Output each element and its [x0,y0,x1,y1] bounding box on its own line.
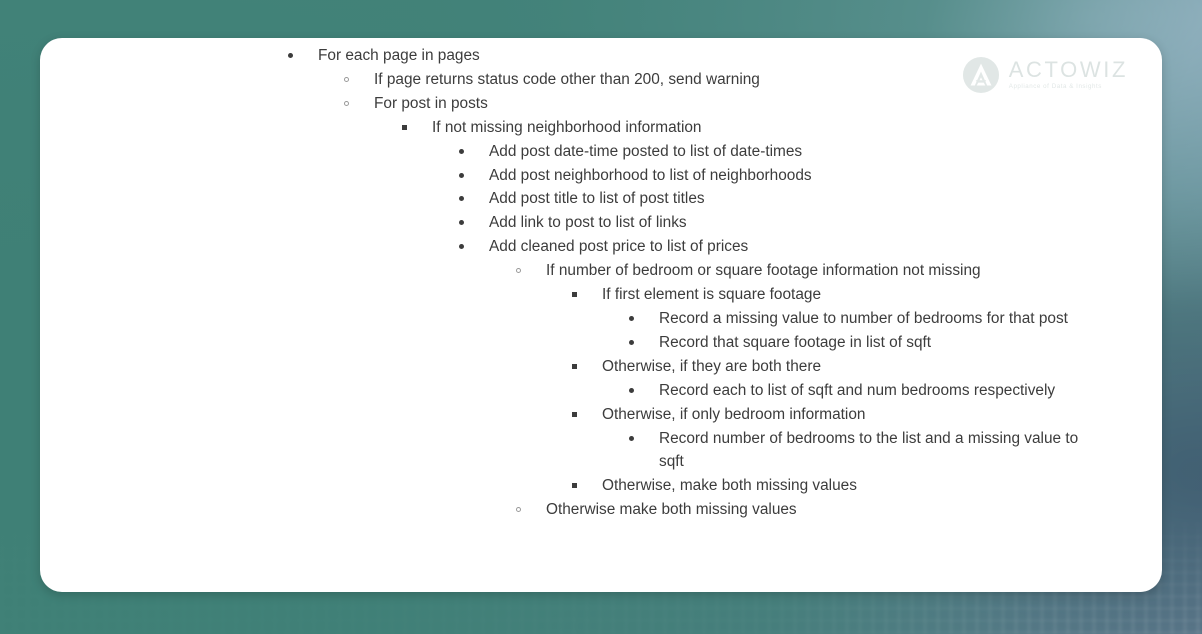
outline-item: Record that square footage in list of sq… [40,331,1162,355]
outline-bullet [572,355,602,369]
outline-bullet [459,211,489,226]
disc-bullet-icon [629,435,634,441]
outline-item-text: Add post date-time posted to list of dat… [489,142,803,160]
outline-item: Add post title to list of post titles [40,187,1162,211]
outline-item: Record each to list of sqft and num bedr… [40,379,1162,403]
disc-bullet-icon [459,148,464,154]
outline-item-text: For post in posts [374,94,488,112]
outline-bullet [288,44,318,58]
circle-bullet-icon [344,100,349,106]
outline-item: Otherwise, if only bedroom information [40,403,1162,427]
outline-bullet [459,140,489,154]
outline-item: Otherwise, make both missing values [40,474,1162,498]
disc-bullet-icon [629,387,634,393]
disc-bullet-icon [629,339,634,345]
outline-item: For post in posts [40,92,1162,116]
square-bullet-icon [572,363,577,369]
square-bullet-icon [572,411,577,417]
outline-item-text: Add post title to list of post titles [489,190,705,208]
outline-item: For each page in pages [40,44,1162,68]
outline-item-text: Otherwise, if only bedroom information [602,405,866,423]
circle-bullet-icon [516,268,521,274]
outline-item: Add cleaned post price to list of prices [40,235,1162,259]
outline-bullet [459,235,489,250]
disc-bullet-icon [459,172,464,178]
disc-bullet-icon [288,53,293,58]
outline-item: Otherwise, if they are both there [40,355,1162,379]
square-bullet-icon [402,124,407,130]
outline-bullet [344,92,374,106]
outline-item-text: Add post neighborhood to list of neighbo… [489,166,812,184]
square-bullet-icon [572,292,577,298]
outline-item: Otherwise make both missing values [40,498,1162,522]
outline-bullet [344,68,374,82]
outline-item: If first element is square footage [40,283,1162,307]
outline-item: If page returns status code other than 2… [40,68,1162,92]
outline-item: Record number of bedrooms to the list an… [40,427,1162,475]
square-bullet-icon [572,483,577,489]
outline-item-text: If first element is square footage [602,286,822,304]
disc-bullet-icon [629,315,634,321]
circle-bullet-icon [344,76,349,82]
outline-bullet [459,187,489,202]
outline-item: If number of bedroom or square footage i… [40,259,1162,283]
outline-bullet [572,474,602,489]
outline-item-text: Add link to post to list of links [489,214,687,232]
outline-item: Add link to post to list of links [40,211,1162,235]
outline-item-text: Record each to list of sqft and num bedr… [659,381,1056,399]
content-card: ACTOWIZ Appliance of Data & Insights For… [40,38,1162,592]
outline-bullet [459,164,489,178]
outline-bullet [516,498,546,513]
outline-item-text: Otherwise, if they are both there [602,357,822,375]
outline-item-text: For each page in pages [318,47,480,64]
outline-bullet [629,307,659,321]
outline-item-text: If not missing neighborhood information [432,118,702,136]
disc-bullet-icon [459,196,464,202]
outline-item-text: If number of bedroom or square footage i… [546,262,981,280]
outline-item-text: Record that square footage in list of sq… [659,333,932,351]
outline-bullet [629,427,659,441]
outline-item-text: Otherwise, make both missing values [602,477,857,495]
outline-item-text: If page returns status code other than 2… [374,70,760,88]
outline-item: Record a missing value to number of bedr… [40,307,1162,331]
outline-item-text: Add cleaned post price to list of prices [489,238,749,256]
outline-bullet [629,331,659,345]
disc-bullet-icon [459,220,464,226]
outline-item-text: Otherwise make both missing values [546,501,797,519]
circle-bullet-icon [516,507,521,513]
outline-item: Add post neighborhood to list of neighbo… [40,164,1162,188]
outline-bullet [572,403,602,417]
outline-item: If not missing neighborhood information [40,116,1162,140]
outline-item-text: Record number of bedrooms to the list an… [659,429,1079,471]
outline-item-text: Record a missing value to number of bedr… [659,309,1068,327]
disc-bullet-icon [459,244,464,250]
pseudocode-outline: For each page in pages If page returns st… [40,44,1162,522]
outline-bullet [402,116,432,130]
outline-bullet [516,259,546,274]
outline-bullet [629,379,659,393]
outline-item: Add post date-time posted to list of dat… [40,140,1162,164]
outline-bullet [572,283,602,298]
